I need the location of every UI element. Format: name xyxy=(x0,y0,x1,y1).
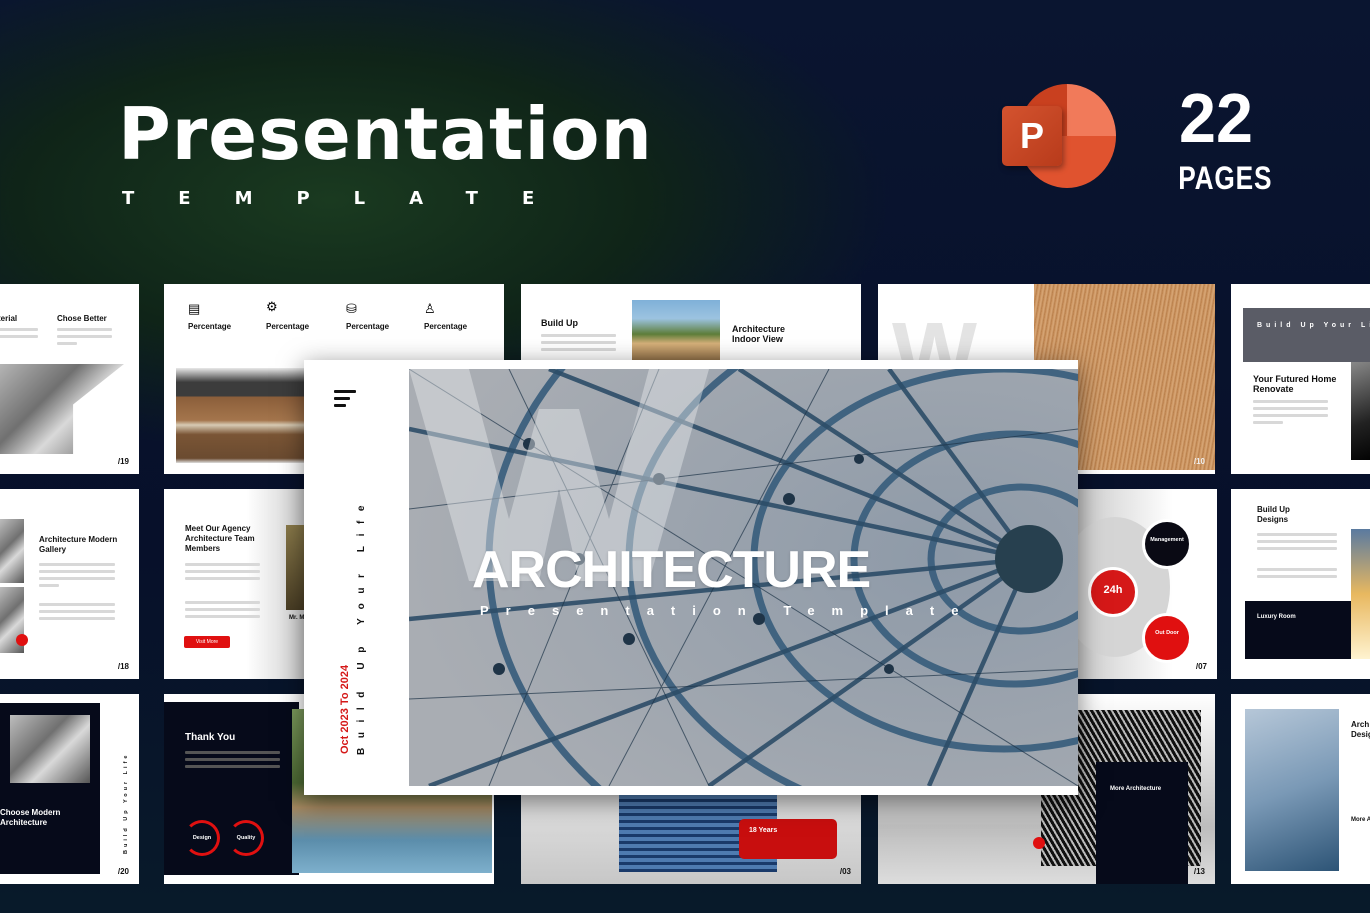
vertical-tagline: Build Up Your Life xyxy=(123,752,129,854)
lorem-text xyxy=(0,324,38,338)
slide-heading: Your Futured Home Renovate xyxy=(1253,374,1337,394)
page-number: /07 xyxy=(1195,662,1207,671)
design-ring: Design xyxy=(184,820,220,856)
page-number: /13 xyxy=(1193,867,1205,876)
thumbnail-slide-bridge: Arch Desig More A xyxy=(1231,694,1370,884)
thumbnail-slide-build-up-designs: Build Up Designs Luxury Room xyxy=(1231,489,1370,679)
thumbnail-slide-futured-home: Build Up Your Life Your Futured Home Ren… xyxy=(1231,284,1370,474)
percent-doc-icon: ▤ xyxy=(188,301,201,316)
hero-title: Presentation xyxy=(118,92,653,176)
powerpoint-icon-letter: P xyxy=(1002,106,1062,166)
slide-heading: Percentage xyxy=(346,322,390,331)
gears-icon: ⚙ xyxy=(266,299,278,314)
powerpoint-icon: P xyxy=(1002,84,1116,188)
hand-bell-icon: ♙ xyxy=(424,301,436,316)
page-number: /19 xyxy=(117,457,129,466)
banner-title: Build Up Your Life xyxy=(1257,322,1370,329)
card-title: 18 Years xyxy=(749,827,778,834)
quality-ring: Quality xyxy=(228,820,264,856)
lorem-text xyxy=(1253,396,1328,424)
page-number: /20 xyxy=(117,867,129,876)
banner: Build Up Your Life xyxy=(1243,308,1370,362)
pages-label: PAGES xyxy=(1178,160,1273,196)
thumbnail-slide-team: Meet Our Agency Architecture Team Member… xyxy=(164,489,314,679)
thumbnail-slide-19: terial Chose Better /19 xyxy=(0,284,139,474)
page-number: /18 xyxy=(117,662,129,671)
slide-heading: More A xyxy=(1351,817,1370,823)
thumbnail-slide-20: Choose Modern Architecture Build Up Your… xyxy=(0,694,139,884)
bridge-photo xyxy=(1245,709,1339,871)
luxury-room-box: Luxury Room xyxy=(1245,601,1355,659)
slide-heading: Choose Modern Architecture xyxy=(0,808,61,827)
slide-heading: Build Up Designs xyxy=(1257,505,1290,524)
slide-heading: Arch Desig xyxy=(1351,720,1370,739)
slide-heading: Architecture Indoor View xyxy=(732,324,786,344)
dark-panel: Choose Modern Architecture xyxy=(0,703,100,874)
house-photo xyxy=(1351,529,1370,659)
next-arrow-icon[interactable] xyxy=(1033,837,1045,849)
kitchen-photo xyxy=(176,368,316,463)
slide-heading: Percentage xyxy=(266,322,310,331)
lorem-text xyxy=(39,559,115,587)
coin-icon: ⛁ xyxy=(346,301,357,316)
house-photo xyxy=(632,300,720,362)
building-photo xyxy=(1351,362,1370,460)
page-number: /03 xyxy=(839,867,851,876)
hamburger-menu-icon[interactable] xyxy=(334,390,358,408)
lorem-text xyxy=(185,597,260,618)
cover-subtitle: Presentation Template xyxy=(480,603,976,618)
pages-count: 22 xyxy=(1179,79,1253,157)
dark-panel: Thank You Design Quality xyxy=(164,702,299,875)
member-name: Mr. M xyxy=(289,615,305,621)
next-arrow-icon[interactable] xyxy=(16,634,28,646)
lorem-text xyxy=(185,747,280,768)
outdoor-circle: Out Door xyxy=(1142,613,1192,663)
page-number: /10 xyxy=(1193,457,1205,466)
slide-heading: Percentage xyxy=(188,322,232,331)
concrete-photo xyxy=(0,364,124,454)
lorem-text xyxy=(1257,529,1337,550)
cover-title: ARCHITECTURE xyxy=(472,541,871,599)
date-range: Oct 2023 To 2024 xyxy=(339,664,351,754)
management-circle: Management xyxy=(1142,519,1192,569)
thumbnail-slide-07: Management 24h Out Door /07 xyxy=(1070,489,1217,679)
slide-heading: Percentage xyxy=(424,322,468,331)
box-title: More Architecture xyxy=(1110,786,1162,792)
sculpture-photo xyxy=(10,715,90,783)
slide-heading: Chose Better xyxy=(57,314,107,323)
more-architecture-box: More Architecture xyxy=(1096,762,1188,884)
24h-clock-icon: 24h xyxy=(1088,567,1138,617)
lorem-text xyxy=(57,324,112,345)
lorem-text xyxy=(541,330,616,351)
hero-subtitle: TEMPLATE xyxy=(122,188,579,209)
box-title: Luxury Room xyxy=(1257,614,1296,620)
lorem-text xyxy=(39,599,115,620)
slide-heading: terial xyxy=(0,314,18,323)
vertical-tagline: Build Up Your Life xyxy=(356,495,367,755)
slide-heading: Thank You xyxy=(185,732,236,743)
gallery-photo xyxy=(0,519,24,583)
slide-heading: Build Up xyxy=(541,318,578,328)
slide-heading: Meet Our Agency Architecture Team Member… xyxy=(185,524,255,553)
main-cover-slide: Oct 2023 To 2024 Build Up Your Life ARCH… xyxy=(304,360,1078,795)
thumbnail-slide-18: Architecture Modern Gallery /18 xyxy=(0,489,139,679)
slide-heading: Architecture Modern Gallery xyxy=(39,535,118,554)
visit-more-button[interactable]: Visit More xyxy=(184,636,230,648)
years-card: 18 Years xyxy=(739,819,837,859)
lorem-text xyxy=(185,559,260,580)
lorem-text xyxy=(1257,564,1337,578)
